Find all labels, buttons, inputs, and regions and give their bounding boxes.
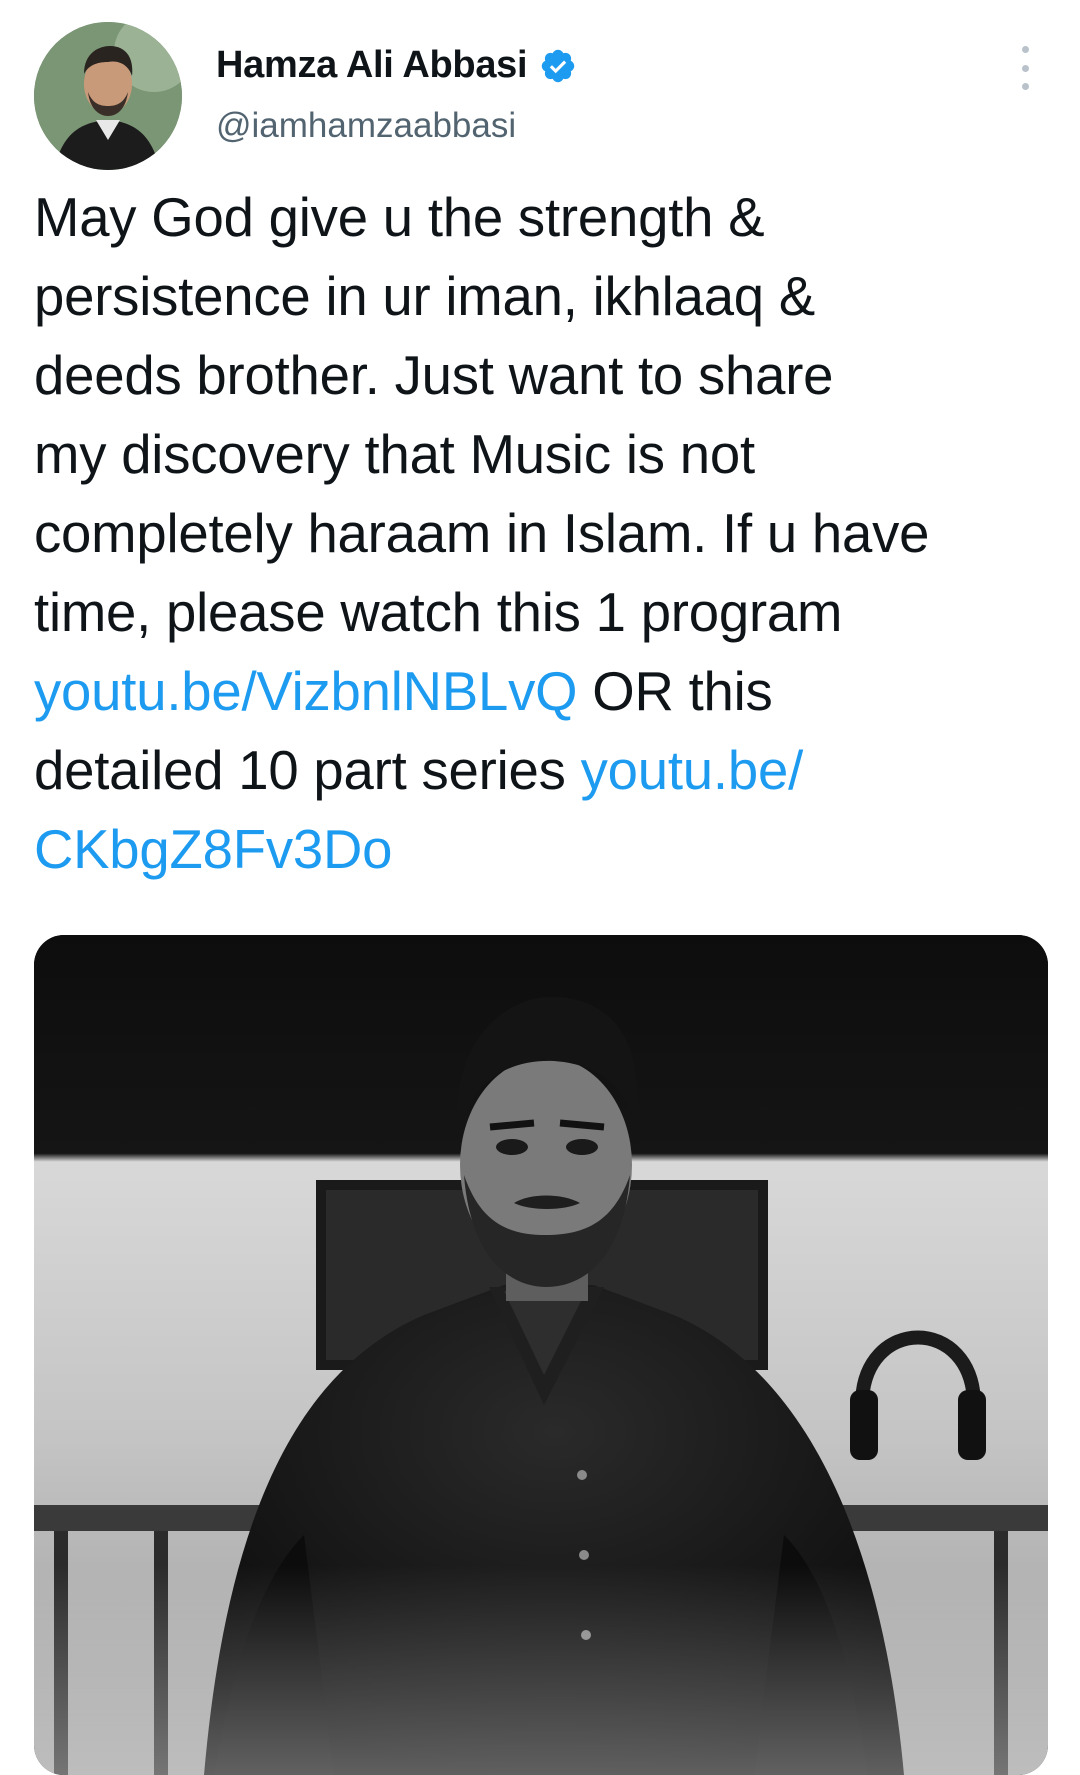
avatar[interactable] <box>34 22 182 170</box>
verified-badge-icon <box>542 49 575 82</box>
youtube-link-2-continued[interactable]: CKbgZ8Fv3Do <box>34 819 392 880</box>
tweet-text-segment: OR this <box>577 661 773 722</box>
youtube-link-1[interactable]: youtu.be/VizbnlNBLvQ <box>34 661 578 722</box>
avatar-image <box>34 22 182 170</box>
tweet-text: May God give u the strength & persistenc… <box>34 178 1044 889</box>
author-name-row[interactable]: Hamza Ali Abbasi <box>216 44 577 87</box>
tweet-line: May God give u the strength & <box>34 187 765 248</box>
author-display-name[interactable]: Hamza Ali Abbasi <box>216 44 528 87</box>
tweet-text-segment: detailed 10 part series <box>34 740 581 801</box>
tweet-line: my discovery that Music is not <box>34 424 755 485</box>
tweet-line: completely haraam in Islam. If u have <box>34 503 930 564</box>
tweet-line: persistence in ur iman, ikhlaaq & <box>34 266 816 327</box>
more-vertical-icon <box>1021 46 1029 53</box>
more-options-button[interactable] <box>1010 46 1040 90</box>
author-handle[interactable]: @iamhamzaabbasi <box>216 106 516 146</box>
portrait-photo-image <box>34 935 1048 1775</box>
youtube-link-2[interactable]: youtu.be/ <box>581 740 804 801</box>
tweet-line: youtu.be/VizbnlNBLvQ OR this <box>34 652 1044 731</box>
tweet-photo[interactable] <box>34 935 1048 1775</box>
tweet-line: CKbgZ8Fv3Do <box>34 810 1044 889</box>
tweet-line: time, please watch this 1 program <box>34 582 843 643</box>
tweet-line: deeds brother. Just want to share <box>34 345 834 406</box>
tweet-line: detailed 10 part series youtu.be/ <box>34 731 1044 810</box>
